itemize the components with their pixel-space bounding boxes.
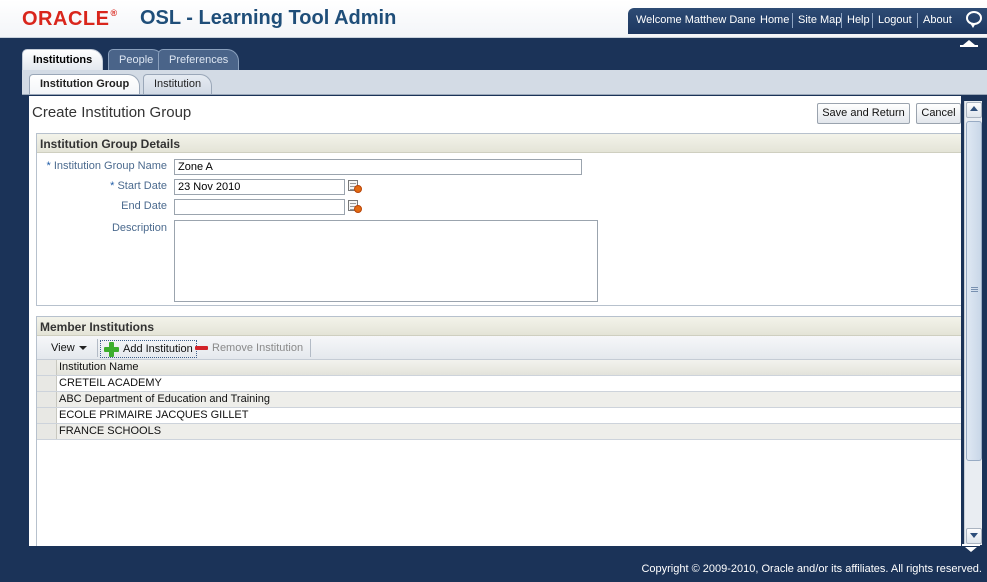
divider bbox=[792, 13, 793, 28]
divider bbox=[841, 13, 842, 28]
institution-group-name-label: * Institution Group Name bbox=[37, 160, 167, 172]
row-header-cell[interactable] bbox=[37, 376, 57, 391]
remove-icon bbox=[195, 346, 208, 350]
row-header-cell[interactable] bbox=[37, 408, 57, 423]
page-title: Create Institution Group bbox=[32, 104, 192, 121]
welcome-text: Welcome Matthew Dane bbox=[636, 14, 756, 26]
app-title: OSL - Learning Tool Admin bbox=[140, 7, 397, 29]
description-field[interactable] bbox=[174, 220, 598, 302]
logo-mark: ® bbox=[110, 8, 118, 18]
table-row[interactable]: ABC Department of Education and Training bbox=[37, 392, 961, 408]
tab-people[interactable]: People bbox=[108, 49, 165, 70]
view-menu-label: View bbox=[51, 342, 75, 354]
copyright-text: Copyright © 2009-2010, Oracle and/or its… bbox=[641, 563, 982, 575]
save-and-return-button[interactable]: Save and Return bbox=[817, 103, 910, 124]
required-marker: * bbox=[110, 180, 115, 192]
divider bbox=[917, 13, 918, 28]
remove-institution-button[interactable]: Remove Institution bbox=[194, 340, 303, 358]
institution-name-cell: CRETEIL ACADEMY bbox=[59, 377, 162, 389]
help-link[interactable]: Help bbox=[847, 14, 870, 26]
member-institutions-toolbar: View Add Institution Remove Institution bbox=[37, 336, 961, 360]
scroll-up-button[interactable] bbox=[966, 102, 982, 118]
about-link[interactable]: About bbox=[923, 14, 952, 26]
secondary-tab-bar: Institution Group Institution bbox=[22, 70, 987, 95]
member-institutions-panel: Member Institutions View Add Institution… bbox=[36, 316, 961, 546]
scrollbar-thumb[interactable] bbox=[966, 121, 982, 461]
add-icon bbox=[104, 342, 119, 357]
start-date-calendar-icon[interactable] bbox=[348, 179, 362, 193]
view-menu[interactable]: View bbox=[51, 340, 87, 358]
table-row[interactable]: CRETEIL ACADEMY bbox=[37, 376, 961, 392]
start-date-label-text: Start Date bbox=[117, 180, 167, 192]
institution-name-cell: FRANCE SCHOOLS bbox=[59, 425, 162, 437]
institution-group-name-field[interactable] bbox=[174, 159, 582, 175]
chat-icon[interactable] bbox=[966, 11, 982, 28]
end-date-calendar-icon[interactable] bbox=[348, 199, 362, 213]
grip-icon bbox=[971, 287, 978, 288]
tab-institutions[interactable]: Institutions bbox=[22, 49, 104, 70]
description-label: Description bbox=[111, 222, 167, 234]
cancel-button[interactable]: Cancel bbox=[916, 103, 961, 124]
details-panel-header: Institution Group Details bbox=[37, 134, 961, 153]
institution-name-cell: ABC Department of Education and Training bbox=[59, 393, 270, 405]
calendar-clock bbox=[354, 185, 362, 193]
toolbar-divider bbox=[97, 339, 98, 357]
logout-link[interactable]: Logout bbox=[878, 14, 912, 26]
remove-institution-label: Remove Institution bbox=[212, 342, 304, 354]
primary-tab-bar: Institutions People Preferences bbox=[22, 48, 987, 70]
divider bbox=[872, 13, 873, 28]
name-label-text: Institution Group Name bbox=[53, 160, 167, 172]
row-header-cell bbox=[37, 360, 57, 375]
site-map-link[interactable]: Site Map bbox=[798, 14, 841, 26]
end-date-field[interactable] bbox=[174, 199, 345, 215]
member-institutions-header: Member Institutions bbox=[37, 317, 961, 336]
tab-institution[interactable]: Institution bbox=[143, 74, 213, 94]
global-links-bar: Welcome Matthew Dane Home Site Map Help … bbox=[628, 8, 987, 34]
table-row[interactable]: ECOLE PRIMAIRE JACQUES GILLET bbox=[37, 408, 961, 424]
scroll-down-button[interactable] bbox=[966, 528, 982, 544]
required-marker: * bbox=[46, 160, 51, 172]
collapse-header-icon[interactable] bbox=[958, 40, 978, 47]
table-row[interactable]: FRANCE SCHOOLS bbox=[37, 424, 961, 440]
collapse-footer-icon[interactable] bbox=[960, 544, 980, 554]
table-header-row: Institution Name bbox=[37, 360, 961, 376]
column-header-institution-name[interactable]: Institution Name bbox=[59, 361, 138, 373]
start-date-label: * Start Date bbox=[37, 180, 167, 192]
arrow-up-icon bbox=[970, 106, 978, 111]
main-content: Create Institution Group Save and Return… bbox=[29, 96, 961, 546]
app-footer: Copyright © 2009-2010, Oracle and/or its… bbox=[0, 554, 987, 582]
logo-text: ORACLE bbox=[22, 8, 110, 30]
tab-institution-group[interactable]: Institution Group bbox=[29, 74, 141, 94]
toolbar-divider bbox=[310, 339, 311, 357]
end-date-label: End Date bbox=[121, 200, 167, 212]
institution-name-cell: ECOLE PRIMAIRE JACQUES GILLET bbox=[59, 409, 249, 421]
add-institution-label: Add Institution bbox=[123, 343, 193, 355]
arrow-down-icon bbox=[970, 533, 978, 538]
add-institution-button[interactable]: Add Institution bbox=[100, 340, 197, 358]
chevron-down-icon bbox=[78, 346, 87, 351]
calendar-clock bbox=[354, 205, 362, 213]
tab-preferences[interactable]: Preferences bbox=[158, 49, 240, 70]
vertical-scrollbar[interactable] bbox=[964, 101, 982, 545]
home-link[interactable]: Home bbox=[760, 14, 789, 26]
institution-group-details-panel: Institution Group Details * Institution … bbox=[36, 133, 961, 306]
row-header-cell[interactable] bbox=[37, 424, 57, 439]
row-header-cell[interactable] bbox=[37, 392, 57, 407]
start-date-field[interactable] bbox=[174, 179, 345, 195]
oracle-logo: ORACLE® bbox=[22, 8, 118, 31]
